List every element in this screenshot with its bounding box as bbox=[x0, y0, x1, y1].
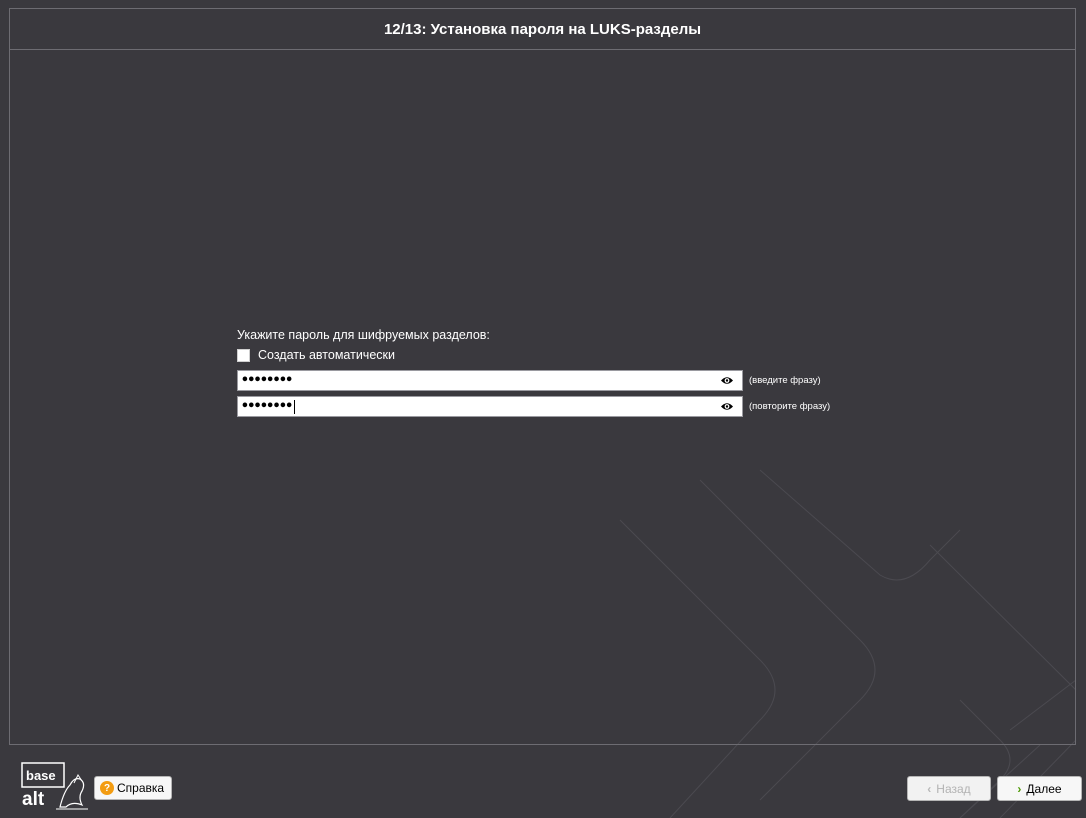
logo-text-base: base bbox=[26, 768, 56, 783]
back-button-label: Назад bbox=[936, 781, 971, 796]
back-button[interactable]: ‹ Назад bbox=[907, 776, 991, 801]
logo-text-alt: alt bbox=[22, 789, 45, 810]
password-row: •••••••• (введите фразу) bbox=[237, 370, 877, 391]
eye-icon[interactable] bbox=[720, 401, 734, 412]
help-button-label: Справка bbox=[117, 781, 165, 795]
footer-bar: base alt ? Справка ‹ Назад › Далее bbox=[0, 745, 1086, 818]
help-icon: ? bbox=[100, 781, 114, 795]
help-button[interactable]: ? Справка bbox=[94, 776, 173, 800]
password-hint: (введите фразу) bbox=[749, 375, 821, 386]
luks-password-form: Укажите пароль для шифруемых разделов: С… bbox=[237, 326, 877, 417]
next-button-label: Далее bbox=[1026, 781, 1062, 796]
password-prompt: Укажите пароль для шифруемых разделов: bbox=[237, 328, 490, 342]
auto-generate-checkbox-row[interactable]: Создать автоматически bbox=[237, 345, 877, 365]
password-input[interactable]: •••••••• bbox=[237, 370, 743, 391]
chevron-left-icon: ‹ bbox=[927, 781, 932, 796]
basealt-logo: base alt bbox=[21, 762, 88, 810]
confirm-password-row: •••••••• (повторите фразу) bbox=[237, 396, 877, 417]
auto-generate-label[interactable]: Создать автоматически bbox=[258, 348, 395, 362]
window-title: 12/13: Установка пароля на LUKS-разделы bbox=[10, 9, 1075, 50]
confirm-password-input[interactable]: •••••••• bbox=[237, 396, 743, 417]
chevron-right-icon: › bbox=[1017, 781, 1022, 796]
eye-icon[interactable] bbox=[720, 375, 734, 386]
next-button[interactable]: › Далее bbox=[997, 776, 1082, 801]
confirm-password-hint: (повторите фразу) bbox=[749, 401, 831, 412]
password-value: •••••••• bbox=[241, 373, 293, 388]
confirm-password-value: •••••••• bbox=[241, 399, 293, 414]
auto-generate-checkbox[interactable] bbox=[237, 348, 250, 362]
installer-screen: 12/13: Установка пароля на LUKS-разделы … bbox=[0, 0, 1086, 818]
text-caret bbox=[293, 399, 295, 414]
